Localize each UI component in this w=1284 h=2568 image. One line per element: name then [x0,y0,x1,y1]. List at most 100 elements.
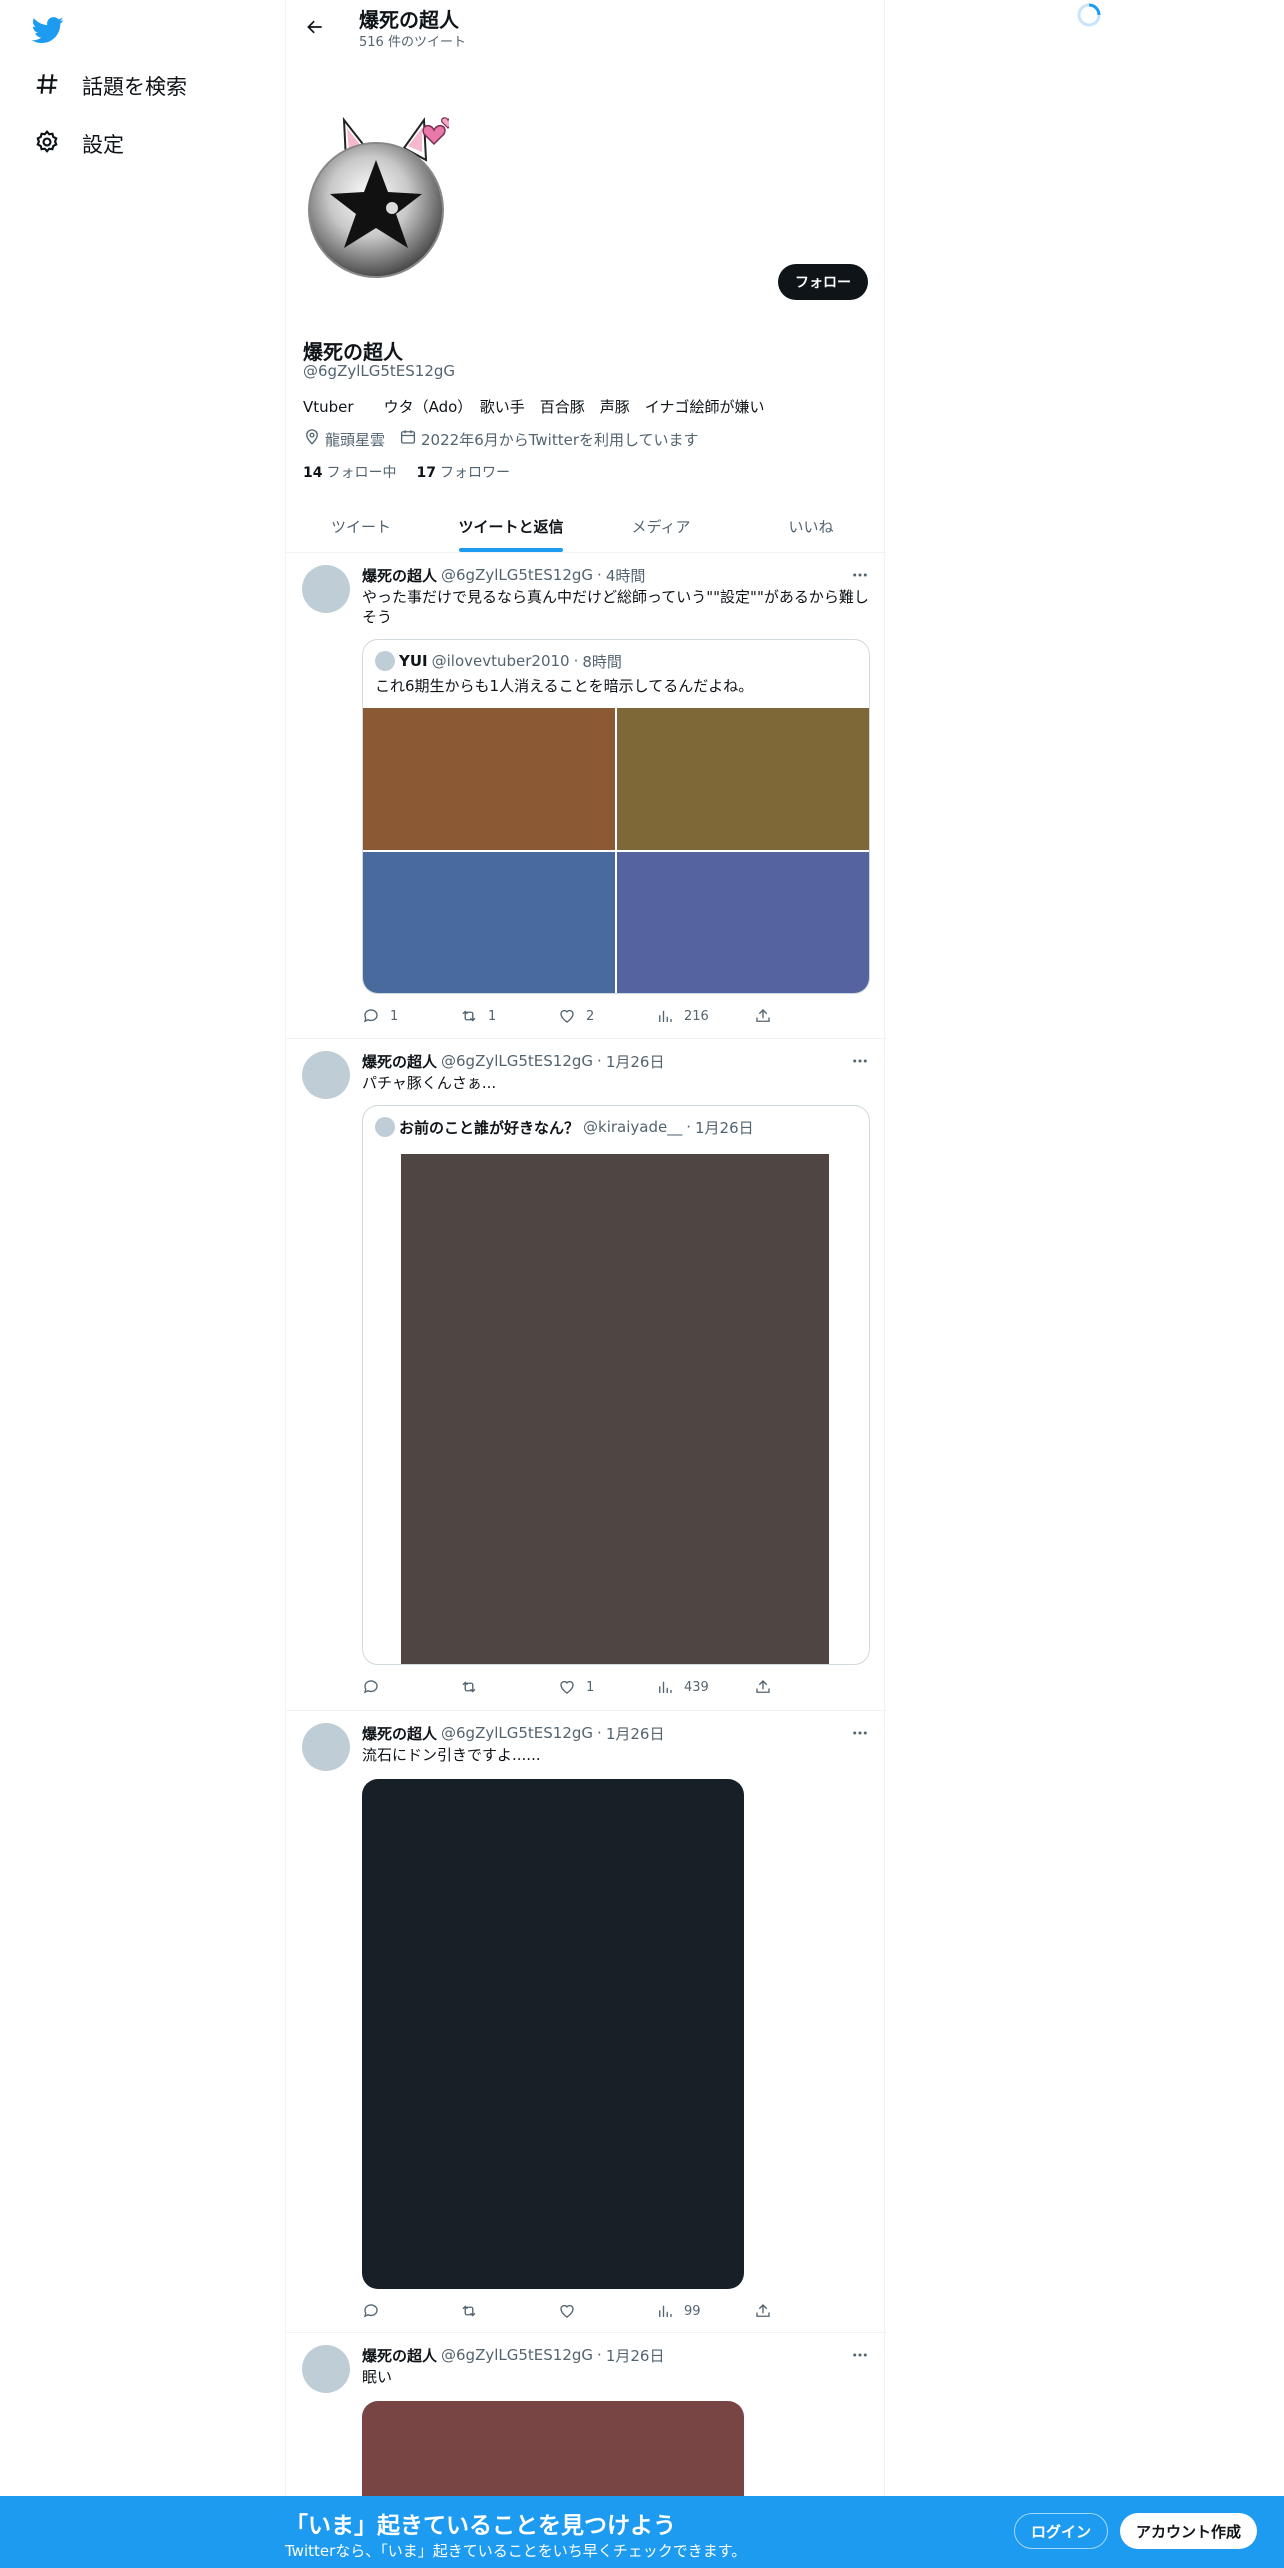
gear-icon [34,129,60,160]
media-image[interactable] [617,708,869,850]
tweet-time[interactable]: 1月26日 [606,1723,665,1744]
hashtag-icon [34,71,60,102]
share-button[interactable] [754,1007,852,1025]
views-button[interactable]: 439 [656,1678,754,1696]
reply-icon [363,1680,378,1694]
signup-button[interactable]: アカウント作成 [1120,2513,1258,2549]
tweet-actions: 99 [362,2301,870,2321]
tweet-text: パチャ豚くんさぁ... [362,1074,497,1092]
views-button[interactable]: 216 [656,1007,754,1025]
follow-button[interactable]: フォロー [778,264,868,300]
views-button[interactable]: 99 [656,2302,754,2320]
tweet-text: 流石にドン引きですよ...... [362,1746,541,1764]
avatar[interactable] [302,565,350,613]
media-image[interactable] [617,852,869,993]
quoted-author-handle: @ilovevtuber2010 [431,652,570,670]
retweet-button[interactable] [460,1678,558,1696]
profile-handle: @6gZylLG5tES12gG [303,362,456,380]
reply-icon [363,2304,378,2318]
avatar[interactable] [302,1723,350,1771]
tab-media[interactable]: メディア [586,500,736,552]
tweet-item[interactable]: 爆死の超人 @6gZylLG5tES12gG · 4時間 やった事だけで見るなら… [286,553,886,1039]
quoted-time: 1月26日 [695,1118,754,1137]
quoted-author-name: YUI [399,652,428,670]
share-button[interactable] [754,1678,852,1696]
tweet-author-handle[interactable]: @6gZylLG5tES12gG [441,566,593,584]
tweet-author-name[interactable]: 爆死の超人 [362,2345,437,2366]
bar-chart-icon [659,1681,672,1693]
reply-button[interactable]: 1 [362,1007,460,1025]
tweet-item[interactable]: 爆死の超人 @6gZylLG5tES12gG · 1月26日 パチャ豚くんさぁ.… [286,1039,886,1711]
signup-banner: 「いま」起きていることを見つけよう Twitterなら、「いま」起きていることを… [0,2496,1284,2568]
share-icon [756,1009,770,1022]
media-image[interactable] [363,708,615,850]
quoted-tweet[interactable]: YUI @ilovevtuber2010 · 8時間 これ6期生からも1人消える… [362,639,870,994]
tweet-author-name[interactable]: 爆死の超人 [362,1051,437,1072]
avatar[interactable] [302,2345,350,2393]
tweet-author-name[interactable]: 爆死の超人 [362,565,437,586]
media-image[interactable] [401,1154,829,1664]
banner-subtitle: Twitterなら、「いま」起きていることをいち早くチェックできます。 [285,2542,747,2560]
main-column: 爆死の超人 516 件のツイート フォロー 爆死の超人 @6gZylLG5tES… [285,0,886,2568]
share-button[interactable] [754,2302,852,2320]
tweet-text: やった事だけで見るなら真ん中だけど総師っていう""設定""があるから難しそう [362,588,869,626]
following-link[interactable]: 14 フォロー中 [303,462,396,482]
share-icon [756,1680,770,1693]
tweet-author-handle[interactable]: @6gZylLG5tES12gG [441,1724,593,1742]
quoted-text: これ6期生からも1人消えることを暗示してるんだよね。 [375,677,754,695]
tweet-actions: 1 439 [362,1677,870,1697]
banner-title: 「いま」起きていることを見つけよう [285,2513,676,2539]
tab-tweets-replies[interactable]: ツイートと返信 [436,500,586,552]
nav-item-settings[interactable]: 設定 [34,122,124,166]
tweet-time[interactable]: 1月26日 [606,2345,665,2366]
left-navigation: 話題を検索 設定 [0,0,285,2568]
more-icon[interactable] [850,565,870,585]
tweet-author-name[interactable]: 爆死の超人 [362,1723,437,1744]
like-button[interactable]: 2 [558,1007,656,1025]
login-button[interactable]: ログイン [1014,2513,1109,2549]
reply-button[interactable] [362,1678,460,1696]
profile-location: 龍頭星雲 [303,428,385,450]
more-icon[interactable] [850,1051,870,1071]
profile-bio: Vtuber ウタ（Ado） 歌い手 百合豚 声豚 イナゴ絵師が嫌い [303,398,765,416]
quoted-author-name: お前のこと誰が好きなん？ [399,1118,580,1137]
retweet-button[interactable] [460,2302,558,2320]
tweet-count: 516 件のツイート [359,35,466,50]
tab-likes[interactable]: いいね [736,500,886,552]
followers-link[interactable]: 17 フォロワー [416,462,509,482]
tweet-author-handle[interactable]: @6gZylLG5tES12gG [441,1052,593,1070]
media-image[interactable] [362,1779,744,2289]
more-icon[interactable] [850,1723,870,1743]
quoted-time: 8時間 [582,652,622,671]
profile-follow-stats: 14 フォロー中 17 フォロワー [303,462,510,482]
back-button[interactable] [298,10,332,44]
like-button[interactable] [558,2302,656,2320]
retweet-button[interactable]: 1 [460,1007,558,1025]
tweet-actions: 1 1 2 216 [362,1006,870,1026]
nav-item-explore[interactable]: 話題を検索 [34,64,187,108]
tweet-time[interactable]: 4時間 [606,565,646,586]
tweet-item[interactable]: 爆死の超人 @6gZylLG5tES12gG · 1月26日 流石にドン引きです… [286,1711,886,2333]
tweet-author-handle[interactable]: @6gZylLG5tES12gG [441,2346,593,2364]
tweet-time[interactable]: 1月26日 [606,1051,665,1072]
avatar [375,1117,395,1137]
profile-joined: 2022年6月からTwitterを利用しています [399,428,699,450]
retweet-icon [462,1010,476,1022]
like-button[interactable]: 1 [558,1678,656,1696]
media-image[interactable] [363,852,615,993]
nav-item-label: 設定 [82,133,124,157]
bar-chart-icon [659,1010,672,1022]
twitter-bird-icon[interactable] [31,14,64,46]
more-icon[interactable] [850,2345,870,2365]
tab-tweets[interactable]: ツイート [286,500,436,552]
profile-tabs: ツイート ツイートと返信 メディア いいね [286,500,886,553]
retweet-icon [462,2305,476,2317]
tweet-header: 爆死の超人 @6gZylLG5tES12gG · 4時間 [362,565,646,586]
avatar[interactable] [302,1051,350,1099]
profile-avatar[interactable] [304,112,455,322]
media-grid [363,708,869,993]
quoted-tweet[interactable]: お前のこと誰が好きなん？ @kiraiyade__ · 1月26日 [362,1105,870,1665]
tweet-text: 眠い [362,2368,393,2386]
reply-button[interactable] [362,2302,460,2320]
share-icon [756,2304,770,2317]
